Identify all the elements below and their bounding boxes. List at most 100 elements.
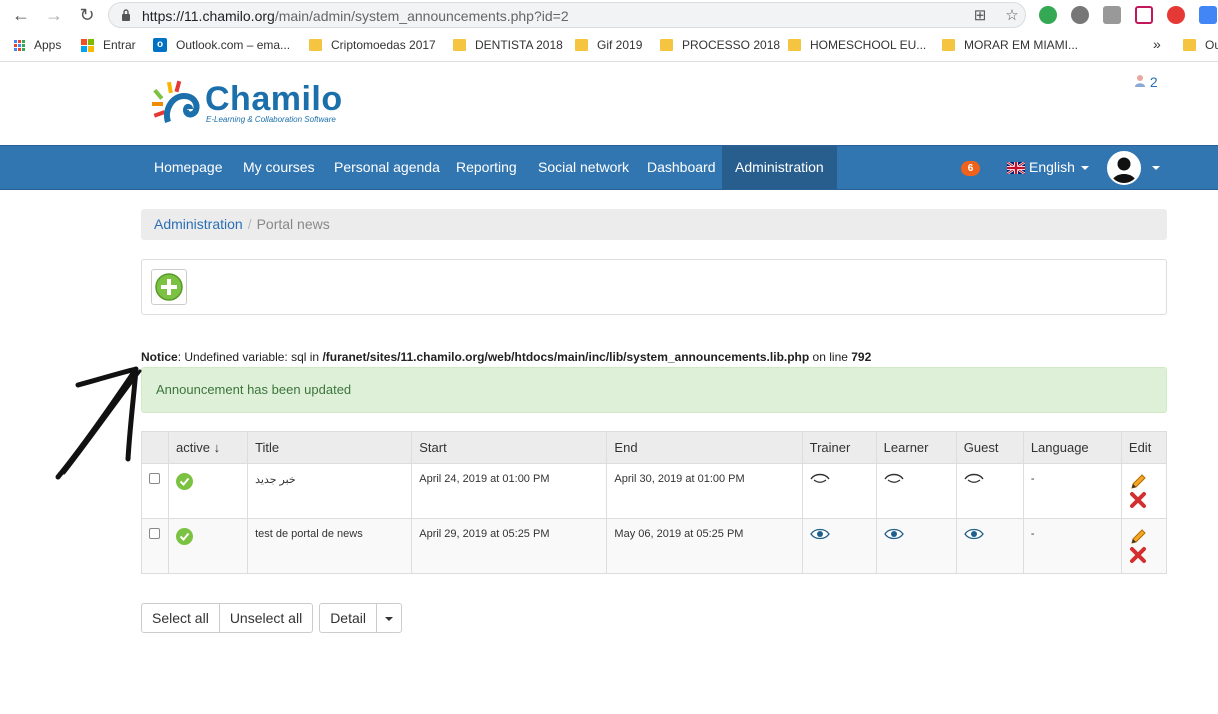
eye-closed-icon[interactable] <box>964 473 984 485</box>
bookmark-other[interactable]: Ou <box>1183 38 1218 52</box>
pencil-icon[interactable] <box>1129 528 1147 546</box>
translate-icon[interactable]: ⊞ <box>971 7 989 25</box>
table-row: خبر جديد April 24, 2019 at 01:00 PM Apri… <box>140 463 1168 519</box>
logo-subtitle: E-Learning & Collaboration Software <box>206 115 336 124</box>
url-text: https://11.chamilo.org/main/admin/system… <box>142 8 569 24</box>
lock-icon <box>122 9 130 21</box>
bulk-actions: Select all Unselect all Detail <box>141 603 402 633</box>
row-checkbox[interactable] <box>149 473 160 484</box>
address-bar[interactable]: https://11.chamilo.org/main/admin/system… <box>108 2 1026 28</box>
folder-icon <box>660 39 673 51</box>
row-active-cell <box>168 518 249 574</box>
forward-icon[interactable]: → <box>43 4 65 26</box>
row-learner-cell <box>875 463 957 519</box>
col-active[interactable]: active ↓ <box>168 431 249 464</box>
nav-administration[interactable]: Administration <box>722 146 837 189</box>
pencil-icon[interactable] <box>1129 473 1147 491</box>
bookmark-label: Apps <box>34 38 62 52</box>
star-icon[interactable]: ☆ <box>1003 7 1021 25</box>
folder-icon <box>788 39 801 51</box>
avatar[interactable] <box>1107 151 1141 185</box>
back-icon[interactable]: ← <box>10 4 32 26</box>
notice-line: 792 <box>851 350 872 364</box>
user-icon <box>1135 75 1145 87</box>
alert-text: Announcement has been updated <box>156 382 352 397</box>
check-circle-icon[interactable] <box>176 473 194 490</box>
folder-icon <box>453 39 466 51</box>
bookmark-label: Criptomoedas 2017 <box>331 38 436 52</box>
col-learner[interactable]: Learner <box>875 431 957 464</box>
select-all-button[interactable]: Select all <box>141 603 220 633</box>
col-title[interactable]: Title <box>247 431 413 464</box>
unselect-all-button[interactable]: Unselect all <box>219 603 314 633</box>
notice-online: on line <box>809 350 852 364</box>
breadcrumb-current: Portal news <box>256 216 330 232</box>
add-announcement-button[interactable] <box>151 269 187 305</box>
col-trainer[interactable]: Trainer <box>801 431 877 464</box>
row-guest-cell <box>955 518 1024 574</box>
bookmark-folder[interactable]: MORAR EM MIAMI... <box>942 38 1078 52</box>
extension-film-icon[interactable] <box>1071 6 1089 24</box>
nav-reporting[interactable]: Reporting <box>443 146 530 189</box>
online-users[interactable]: 2 <box>1134 74 1158 90</box>
col-start[interactable]: Start <box>411 431 608 464</box>
row-start: April 29, 2019 at 05:25 PM <box>411 518 608 574</box>
extension-app-icon[interactable] <box>1199 6 1217 24</box>
user-silhouette-icon <box>1109 153 1139 183</box>
col-language[interactable]: Language <box>1022 431 1122 464</box>
nav-personal-agenda[interactable]: Personal agenda <box>321 146 453 189</box>
language-dropdown[interactable]: English <box>1007 145 1089 190</box>
table-row: test de portal de news April 29, 2019 at… <box>140 518 1168 574</box>
chameleon-icon <box>152 80 200 123</box>
extension-calendar-icon[interactable] <box>1135 6 1153 24</box>
breadcrumb-administration[interactable]: Administration <box>154 216 243 232</box>
delete-icon[interactable] <box>1129 546 1147 564</box>
delete-icon[interactable] <box>1129 491 1147 509</box>
col-end[interactable]: End <box>606 431 803 464</box>
notifications-badge[interactable]: 6 <box>961 161 980 176</box>
hand-drawn-arrow-icon <box>55 366 142 480</box>
row-checkbox[interactable] <box>149 528 160 539</box>
extension-camera-icon[interactable] <box>1103 6 1121 24</box>
eye-closed-icon[interactable] <box>810 473 830 485</box>
extension-shield-icon[interactable] <box>1167 6 1185 24</box>
language-label: English <box>1029 159 1075 175</box>
bookmark-folder[interactable]: Criptomoedas 2017 <box>309 38 436 52</box>
extension-check-icon[interactable] <box>1039 6 1057 24</box>
detail-dropdown-toggle[interactable] <box>376 603 402 633</box>
detail-button[interactable]: Detail <box>319 603 377 633</box>
bookmark-label: Entrar <box>103 38 136 52</box>
bookmark-folder[interactable]: DENTISTA 2018 <box>453 38 563 52</box>
bookmark-folder[interactable]: HOMESCHOOL EU... <box>788 38 926 52</box>
row-edit-cell <box>1120 463 1168 519</box>
nav-my-courses[interactable]: My courses <box>230 146 328 189</box>
notice-text: : Undefined variable: sql in <box>177 350 323 364</box>
nav-social-network[interactable]: Social network <box>525 146 642 189</box>
nav-homepage[interactable]: Homepage <box>141 146 236 189</box>
bookmark-folder[interactable]: PROCESSO 2018 <box>660 38 780 52</box>
bookmarks-overflow-button[interactable]: » <box>1153 36 1161 52</box>
folder-icon <box>309 39 322 51</box>
bookmark-label: PROCESSO 2018 <box>682 38 781 52</box>
bookmark-label: DENTISTA 2018 <box>475 38 563 52</box>
folder-icon <box>1183 39 1196 51</box>
chamilo-logo[interactable]: Chamilo E-Learning & Collaboration Softw… <box>150 80 360 130</box>
announcements-table: active ↓ Title Start End Trainer Learner… <box>140 431 1168 574</box>
eye-open-icon[interactable] <box>963 528 984 540</box>
nav-dashboard[interactable]: Dashboard <box>634 146 729 189</box>
eye-open-icon[interactable] <box>883 528 904 540</box>
php-notice: Notice: Undefined variable: sql in /fura… <box>141 350 871 364</box>
col-guest[interactable]: Guest <box>955 431 1024 464</box>
check-circle-icon[interactable] <box>176 528 194 545</box>
row-active-cell <box>168 463 249 519</box>
bookmark-entrar[interactable]: Entrar <box>81 38 136 52</box>
bookmark-label: HOMESCHOOL EU... <box>810 38 927 52</box>
eye-open-icon[interactable] <box>809 528 830 540</box>
bookmark-outlook[interactable]: o Outlook.com – ema... <box>153 38 290 52</box>
bookmark-apps[interactable]: Apps <box>14 38 61 52</box>
reload-icon[interactable]: ↻ <box>76 4 98 26</box>
eye-closed-icon[interactable] <box>884 473 904 485</box>
bookmarks-bar: Apps Entrar o Outlook.com – ema... Cript… <box>0 30 1218 62</box>
bookmark-folder[interactable]: Gif 2019 <box>575 38 642 52</box>
avatar-chevron-down-icon[interactable] <box>1152 166 1160 170</box>
